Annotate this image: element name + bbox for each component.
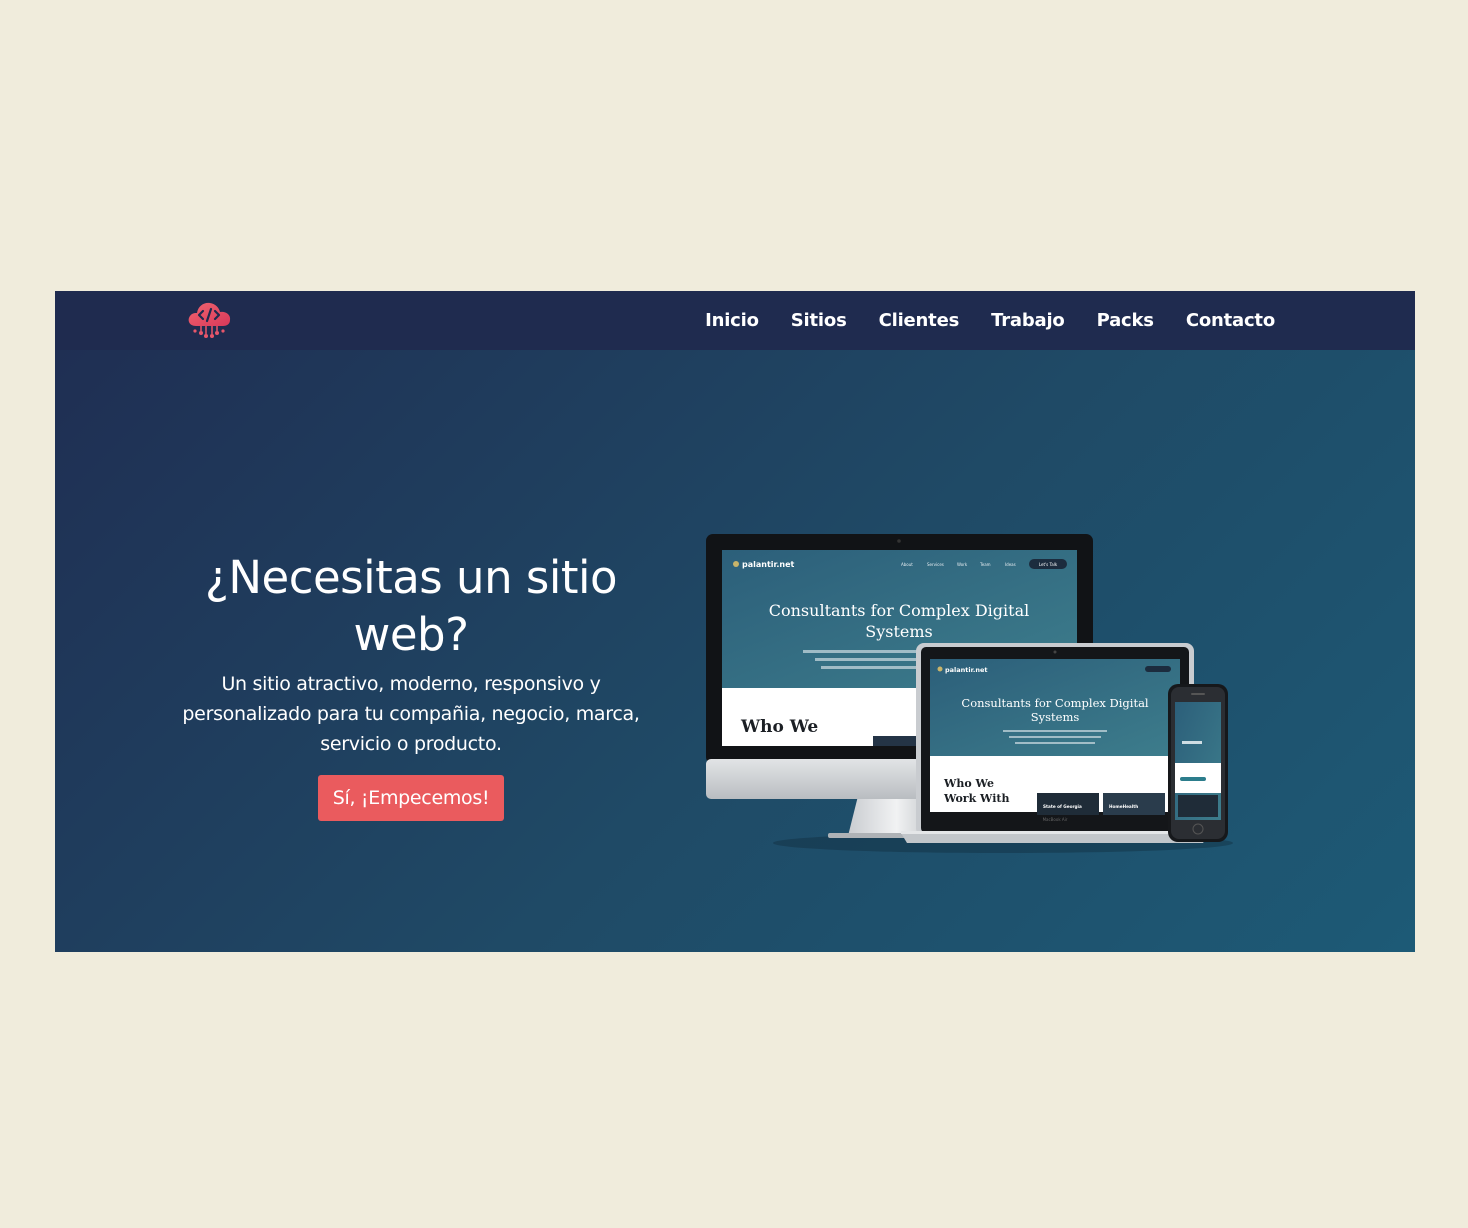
svg-text:Who We: Who We — [943, 777, 994, 790]
svg-text:Systems: Systems — [1031, 710, 1080, 724]
cloud-code-icon[interactable] — [186, 300, 232, 340]
nav-link-trabajo[interactable]: Trabajo — [991, 310, 1065, 331]
nav-link-packs[interactable]: Packs — [1097, 310, 1154, 331]
svg-text:Ideas: Ideas — [1005, 562, 1016, 567]
svg-text:About: About — [901, 562, 913, 567]
mockup-headline: Consultants for Complex Digital — [769, 601, 1029, 620]
hero-title: ¿Necesitas un sitio web? — [204, 551, 618, 661]
nav-link-inicio[interactable]: Inicio — [705, 310, 759, 331]
navbar: Inicio Sitios Clientes Trabajo Packs Con… — [55, 291, 1415, 350]
svg-text:HomeHealth: HomeHealth — [1109, 804, 1138, 809]
nav-link-clientes[interactable]: Clientes — [879, 310, 960, 331]
svg-text:Team: Team — [979, 562, 991, 567]
hero-frame: Inicio Sitios Clientes Trabajo Packs Con… — [55, 291, 1415, 952]
laptop: palantir.net Consultants for Complex Dig… — [901, 643, 1209, 843]
svg-text:Systems: Systems — [865, 622, 933, 641]
svg-text:MacBook Air: MacBook Air — [1043, 817, 1068, 822]
main-nav: Inicio Sitios Clientes Trabajo Packs Con… — [705, 291, 1275, 350]
svg-text:Services: Services — [927, 562, 944, 567]
svg-text:Let's Talk: Let's Talk — [1039, 562, 1058, 567]
nav-link-sitios[interactable]: Sitios — [791, 310, 847, 331]
svg-text:Work With: Work With — [943, 792, 1009, 805]
nav-link-contacto[interactable]: Contacto — [1186, 310, 1275, 331]
svg-text:Work: Work — [957, 562, 968, 567]
hero-subtitle: Un sitio atractivo, moderno, responsivo … — [182, 673, 640, 755]
svg-text:State of Georgia: State of Georgia — [1043, 804, 1082, 809]
responsive-devices-mockup: palantir.net About Services Work Team Id… — [706, 534, 1233, 853]
smartphone — [1168, 684, 1228, 842]
svg-text:palantir.net: palantir.net — [945, 666, 988, 674]
svg-text:Who We: Who We — [740, 717, 818, 737]
svg-text:Consultants for Complex Digita: Consultants for Complex Digital — [961, 696, 1149, 710]
mockup-site-name: palantir.net — [742, 560, 794, 569]
hero-content: ¿Necesitas un sitio web? Un sitio atract… — [181, 549, 641, 821]
cta-button[interactable]: Sí, ¡Empecemos! — [317, 775, 505, 821]
